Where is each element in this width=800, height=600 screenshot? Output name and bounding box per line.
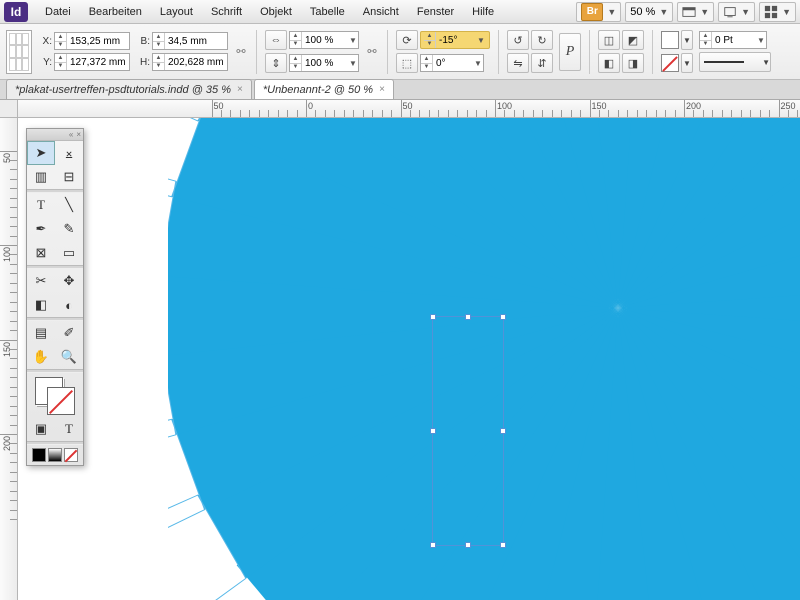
close-icon[interactable]: × — [379, 84, 385, 95]
screen-mode-button[interactable]: ▼ — [718, 2, 755, 22]
direct-selection-tool[interactable]: ⨱ — [55, 141, 83, 165]
zoom-level[interactable]: 50 %▼ — [625, 2, 673, 22]
label-y: Y: — [38, 57, 52, 68]
x-field[interactable]: ▲▼ — [54, 32, 130, 50]
note-tool[interactable]: ▤ — [27, 321, 55, 345]
pen-tool[interactable]: ✒ — [27, 217, 55, 241]
menubar: Id Datei Bearbeiten Layout Schrift Objek… — [0, 0, 800, 24]
close-icon[interactable]: × — [76, 130, 81, 139]
pencil-tool[interactable]: ✎ — [55, 217, 83, 241]
paragraph-style-icon[interactable]: P — [559, 33, 581, 71]
y-field[interactable]: ▲▼ — [54, 53, 130, 71]
tab-plakat[interactable]: *plakat-usertreffen-psdtutorials.indd @ … — [6, 79, 252, 99]
menu-objekt[interactable]: Objekt — [251, 0, 301, 24]
scissors-tool[interactable]: ✂ — [27, 269, 55, 293]
selection-tool[interactable]: ➤ — [27, 141, 55, 165]
flip-h-button[interactable]: ⇋ — [507, 53, 529, 73]
menu-schrift[interactable]: Schrift — [202, 0, 251, 24]
constrain-wh-icon[interactable]: ⚯ — [234, 33, 248, 71]
h-field[interactable]: ▲▼ — [152, 53, 228, 71]
shear-icon: ⬚ — [396, 53, 418, 73]
label-w: B: — [136, 36, 150, 47]
stroke-swatch[interactable] — [661, 54, 679, 72]
scaley-icon: ⇕ — [265, 53, 287, 73]
selection-box[interactable] — [432, 316, 504, 546]
menu-datei[interactable]: Datei — [36, 0, 80, 24]
horizontal-ruler[interactable]: 50050100150200250 — [18, 100, 800, 118]
scale-x-field[interactable]: ▲▼▼ — [289, 31, 359, 49]
tab-unbenannt[interactable]: *Unbenannt-2 @ 50 %× — [254, 79, 394, 99]
toolbox-header[interactable]: «× — [27, 129, 83, 141]
menu-bearbeiten[interactable]: Bearbeiten — [80, 0, 151, 24]
stroke-dd[interactable]: ▼ — [681, 53, 693, 73]
menu-ansicht[interactable]: Ansicht — [354, 0, 408, 24]
close-icon[interactable]: × — [237, 84, 243, 95]
label-h: H: — [136, 57, 150, 68]
ruler-origin[interactable] — [0, 100, 18, 118]
zoom-tool[interactable]: 🔍 — [55, 345, 83, 369]
constrain-scale-icon[interactable]: ⚯ — [365, 33, 379, 71]
select-prev-button[interactable]: ◧ — [598, 53, 620, 73]
menu-fenster[interactable]: Fenster — [408, 0, 463, 24]
gradient-swatch-tool[interactable]: ◧ — [27, 293, 55, 317]
menu-layout[interactable]: Layout — [151, 0, 202, 24]
shear-field[interactable]: ▲▼▼ — [420, 54, 484, 72]
workspace: 50050100150200250 50100150200 «× ➤ ⨱ ▥ ⊟ — [0, 100, 800, 600]
hand-tool[interactable]: ✋ — [27, 345, 55, 369]
rotate-ccw-button[interactable]: ↺ — [507, 30, 529, 50]
view-mode-button-1[interactable]: ▼ — [677, 2, 714, 22]
collapse-icon[interactable]: « — [69, 130, 73, 139]
line-tool[interactable]: ╲ — [55, 193, 83, 217]
view-mode-buttons[interactable] — [27, 445, 83, 465]
rotation-field[interactable]: ▲▼▼ — [424, 31, 486, 49]
fill-swatch[interactable] — [661, 31, 679, 49]
toolbox[interactable]: «× ➤ ⨱ ▥ ⊟ T ╲ ✒ ✎ ⊠ ▭ ✂ ✥ ◧ ◐ ▤ ✐ ✋ 🔍 ▣ — [26, 128, 84, 466]
scale-y-field[interactable]: ▲▼▼ — [289, 54, 359, 72]
stroke-weight-field[interactable]: ▲▼▼ — [699, 31, 767, 49]
document-tabbar: *plakat-usertreffen-psdtutorials.indd @ … — [0, 80, 800, 100]
type-tool[interactable]: T — [27, 193, 55, 217]
rotation-field-highlight: ▲▼▼ — [420, 31, 490, 49]
select-container-button[interactable]: ◫ — [598, 30, 620, 50]
bridge-button[interactable]: Br▼ — [576, 2, 621, 22]
apply-color-button[interactable]: ▣ — [27, 417, 55, 441]
page-tool[interactable]: ▥ — [27, 165, 55, 189]
select-next-button[interactable]: ◨ — [622, 53, 644, 73]
select-content-button[interactable]: ◩ — [622, 30, 644, 50]
w-field[interactable]: ▲▼ — [152, 32, 228, 50]
gradient-feather-tool[interactable]: ◐ — [55, 293, 83, 317]
canvas[interactable] — [18, 118, 800, 600]
free-transform-tool[interactable]: ✥ — [55, 269, 83, 293]
arrange-button[interactable]: ▼ — [759, 2, 796, 22]
flip-v-button[interactable]: ⇵ — [531, 53, 553, 73]
fill-stroke-swatches[interactable] — [27, 373, 83, 417]
control-bar: X:▲▼ Y:▲▼ B:▲▼ H:▲▼ ⚯ ⇔▲▼▼ ⇕▲▼▼ ⚯ ⟳▲▼▼ ⬚… — [0, 24, 800, 80]
app-logo: Id — [4, 2, 28, 22]
label-x: X: — [38, 36, 52, 47]
gap-tool[interactable]: ⊟ — [55, 165, 83, 189]
menu-tabelle[interactable]: Tabelle — [301, 0, 354, 24]
rotation-icon: ⟳ — [396, 30, 418, 50]
apply-text-button[interactable]: T — [55, 417, 83, 441]
menu-hilfe[interactable]: Hilfe — [463, 0, 503, 24]
reference-point[interactable] — [6, 30, 32, 74]
scalex-icon: ⇔ — [265, 30, 287, 50]
eyedropper-tool[interactable]: ✐ — [55, 321, 83, 345]
vertical-ruler[interactable]: 50100150200 — [0, 118, 18, 600]
rectangle-tool[interactable]: ▭ — [55, 241, 83, 265]
rotate-cw-button[interactable]: ↻ — [531, 30, 553, 50]
stroke-style-dd[interactable]: ▼ — [699, 52, 771, 72]
rectangle-frame-tool[interactable]: ⊠ — [27, 241, 55, 265]
fill-dd[interactable]: ▼ — [681, 30, 693, 50]
